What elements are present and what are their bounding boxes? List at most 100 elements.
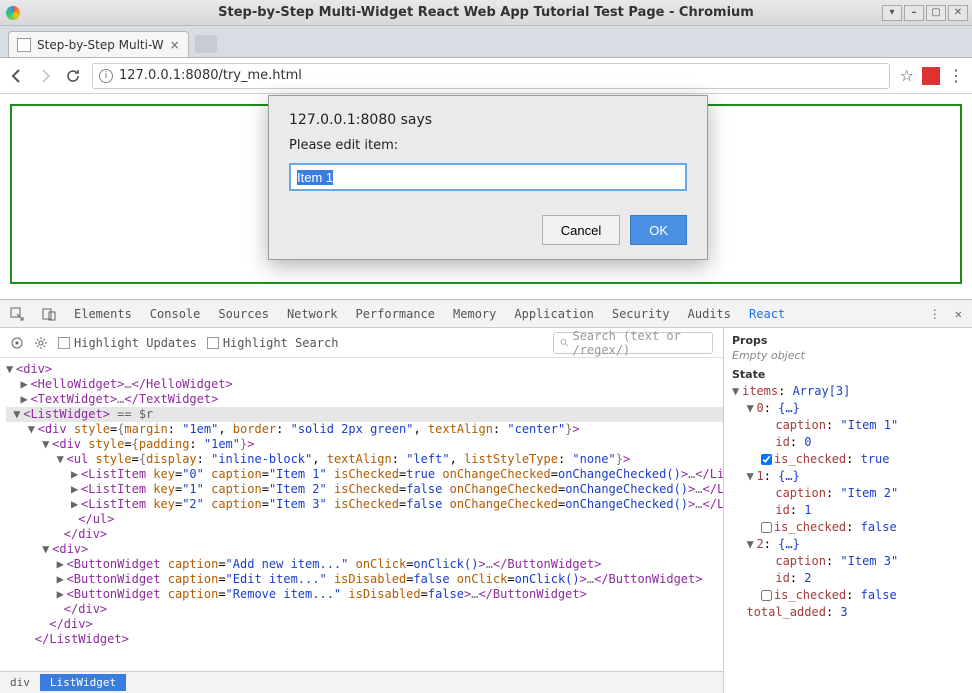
highlight-search-checkbox[interactable]: Highlight Search [207, 336, 339, 350]
url-input[interactable]: i 127.0.0.1:8080/try_me.html [92, 63, 890, 89]
state-heading: State [732, 368, 964, 381]
window-maximize-button[interactable]: ▢ [926, 5, 946, 21]
tab-console[interactable]: Console [150, 307, 201, 321]
state-row[interactable]: is_checked: false [732, 519, 964, 536]
dialog-input[interactable] [289, 163, 687, 191]
tree-line[interactable]: ▶<TextWidget>…</TextWidget> [6, 392, 723, 407]
react-devtools-toolbar: Highlight Updates Highlight Search Searc… [0, 328, 723, 358]
favicon-icon [17, 38, 31, 52]
tree-line[interactable]: ▶<ButtonWidget caption="Remove item..." … [6, 587, 723, 602]
props-heading: Props [732, 334, 964, 347]
browser-tab[interactable]: Step-by-Step Multi-W × [8, 31, 189, 57]
window-minimize-button[interactable]: ▾ [882, 5, 902, 21]
chromium-icon [6, 6, 20, 20]
tree-line[interactable]: ▶<ButtonWidget caption="Edit item..." is… [6, 572, 723, 587]
state-row: id: 1 [732, 502, 964, 519]
tree-line[interactable]: ▼<div> [6, 542, 723, 557]
tree-line[interactable]: </ul> [6, 512, 723, 527]
inspect-element-icon[interactable] [10, 307, 24, 321]
window-title: Step-by-Step Multi-Widget React Web App … [218, 5, 754, 20]
tab-security[interactable]: Security [612, 307, 670, 321]
react-component-tree[interactable]: ▼<div> ▶<HelloWidget>…</HelloWidget> ▶<T… [0, 358, 723, 671]
site-info-icon[interactable]: i [99, 69, 113, 83]
search-input[interactable]: Search (text or /regex/) [553, 332, 713, 354]
chrome-menu-button[interactable]: ⋮ [948, 66, 964, 85]
state-row: id: 2 [732, 570, 964, 587]
is-checked-checkbox[interactable] [761, 590, 772, 601]
reload-icon [65, 68, 81, 84]
new-tab-button[interactable] [195, 35, 217, 53]
tree-line[interactable]: ▼<div style={padding: "1em"}> [6, 437, 723, 452]
bookmark-star-icon[interactable]: ☆ [900, 66, 914, 85]
window-close-button[interactable]: ✕ [948, 5, 968, 21]
tree-line[interactable]: ▼<ListWidget> == $r [6, 407, 723, 422]
tree-line[interactable]: </div> [6, 527, 723, 542]
devtools-tabbar: Elements Console Sources Network Perform… [0, 300, 972, 328]
tab-performance[interactable]: Performance [356, 307, 435, 321]
tree-line[interactable]: </div> [6, 617, 723, 632]
is-checked-checkbox[interactable] [761, 522, 772, 533]
tree-line[interactable]: ▶<ListItem key="2" caption="Item 3" isCh… [6, 497, 723, 512]
tab-close-button[interactable]: × [170, 38, 180, 52]
settings-gear-icon[interactable] [34, 336, 48, 350]
state-row: total_added: 3 [732, 604, 964, 621]
tree-line[interactable]: ▼<ul style={display: "inline-block", tex… [6, 452, 723, 467]
state-row[interactable]: is_checked: true [732, 451, 964, 468]
state-row: caption: "Item 2" [732, 485, 964, 502]
tree-line[interactable]: ▼<div style={margin: "1em", border: "sol… [6, 422, 723, 437]
state-row: caption: "Item 1" [732, 417, 964, 434]
crumb-div[interactable]: div [0, 674, 40, 691]
device-toolbar-icon[interactable] [42, 307, 56, 321]
dialog-message: Please edit item: [289, 138, 687, 153]
arrow-left-icon [9, 68, 25, 84]
tree-line[interactable]: ▶<ListItem key="1" caption="Item 2" isCh… [6, 482, 723, 497]
tab-memory[interactable]: Memory [453, 307, 496, 321]
extension-icon[interactable] [922, 67, 940, 85]
tab-sources[interactable]: Sources [218, 307, 269, 321]
window-titlebar: Step-by-Step Multi-Widget React Web App … [0, 0, 972, 26]
state-row[interactable]: ▼items: Array[3] [732, 383, 964, 400]
cancel-button[interactable]: Cancel [542, 215, 620, 245]
tree-line[interactable]: ▶<ButtonWidget caption="Add new item..."… [6, 557, 723, 572]
tab-application[interactable]: Application [514, 307, 593, 321]
tab-elements[interactable]: Elements [74, 307, 132, 321]
browser-tabstrip: Step-by-Step Multi-W × [0, 26, 972, 58]
trace-icon[interactable] [10, 336, 24, 350]
search-icon [560, 337, 568, 348]
arrow-right-icon [37, 68, 53, 84]
devtools-panel: Elements Console Sources Network Perform… [0, 299, 972, 693]
state-row: caption: "Item 3" [732, 553, 964, 570]
state-row[interactable]: is_checked: false [732, 587, 964, 604]
address-bar: i 127.0.0.1:8080/try_me.html ☆ ⋮ [0, 58, 972, 94]
props-state-panel: Props Empty object State ▼items: Array[3] ▼… [724, 328, 972, 693]
highlight-updates-checkbox[interactable]: Highlight Updates [58, 336, 197, 350]
tab-title: Step-by-Step Multi-W [37, 38, 164, 52]
crumb-listwidget[interactable]: ListWidget [40, 674, 126, 691]
devtools-menu-icon[interactable]: ⋮ [929, 307, 941, 321]
props-empty-label: Empty object [732, 349, 964, 362]
devtools-close-icon[interactable]: ✕ [955, 307, 962, 321]
back-button[interactable] [8, 67, 26, 85]
state-row[interactable]: ▼1: {…} [732, 468, 964, 485]
tree-line[interactable]: </ListWidget> [6, 632, 723, 647]
state-row[interactable]: ▼2: {…} [732, 536, 964, 553]
ok-button[interactable]: OK [630, 215, 687, 245]
tree-line[interactable]: </div> [6, 602, 723, 617]
state-row: id: 0 [732, 434, 964, 451]
tree-line[interactable]: ▶<HelloWidget>…</HelloWidget> [6, 377, 723, 392]
reload-button[interactable] [64, 67, 82, 85]
tab-react[interactable]: React [749, 307, 785, 321]
forward-button[interactable] [36, 67, 54, 85]
page-viewport: 127.0.0.1:8080 says Please edit item: Ca… [0, 94, 972, 299]
breadcrumb: div ListWidget [0, 671, 723, 693]
tree-line[interactable]: ▼<div> [6, 362, 723, 377]
is-checked-checkbox[interactable] [761, 454, 772, 465]
tab-audits[interactable]: Audits [688, 307, 731, 321]
js-prompt-dialog: 127.0.0.1:8080 says Please edit item: Ca… [268, 95, 708, 260]
state-row[interactable]: ▼0: {…} [732, 400, 964, 417]
url-text: 127.0.0.1:8080/try_me.html [119, 68, 302, 83]
tree-line[interactable]: ▶<ListItem key="0" caption="Item 1" isCh… [6, 467, 723, 482]
window-hide-button[interactable]: – [904, 5, 924, 21]
dialog-title: 127.0.0.1:8080 says [289, 112, 687, 128]
tab-network[interactable]: Network [287, 307, 338, 321]
